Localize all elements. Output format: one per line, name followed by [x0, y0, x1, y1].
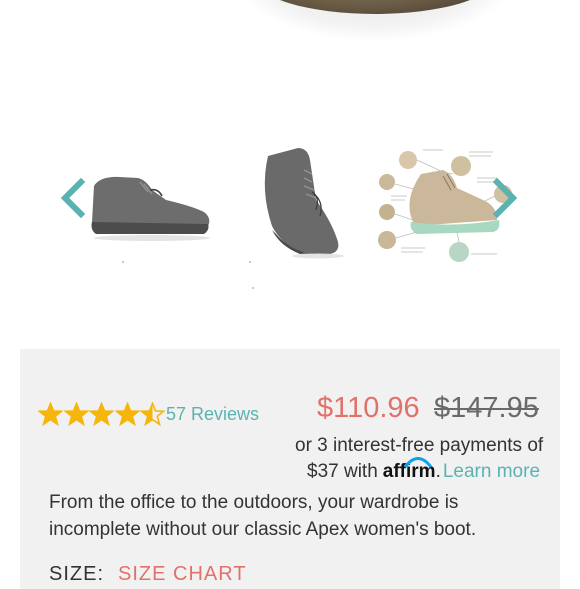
star-full-icon	[89, 402, 114, 426]
original-price: $147.95	[434, 392, 539, 424]
reviews-link[interactable]: 57 Reviews	[166, 404, 259, 425]
carousel-indicator-dot	[252, 287, 254, 289]
affirm-arc-icon	[403, 457, 432, 468]
chevron-right-icon	[492, 177, 518, 219]
thumbnail-angled-view[interactable]	[220, 130, 370, 270]
size-chart-link[interactable]: SIZE CHART	[118, 563, 247, 586]
hero-product-image	[0, 0, 580, 60]
carousel-prev-button[interactable]	[59, 177, 87, 219]
period: .	[435, 461, 441, 482]
installment-amount: $37 with	[307, 461, 378, 482]
boot-side-image	[91, 176, 210, 263]
affirm-line: $37 with affirm. Learn more	[307, 457, 540, 483]
learn-more-link[interactable]: Learn more	[443, 461, 540, 483]
affirm-logo: affirm	[383, 457, 436, 483]
size-label: SIZE:	[49, 563, 105, 585]
star-full-icon	[38, 402, 63, 426]
sale-price: $110.96	[317, 392, 420, 424]
product-description: From the office to the outdoors, your wa…	[49, 492, 477, 540]
rating-stars	[38, 402, 166, 426]
thumbnail-side-view[interactable]	[80, 130, 230, 270]
carousel-next-button[interactable]	[491, 177, 519, 219]
star-full-icon	[114, 402, 140, 426]
chevron-left-icon	[60, 177, 86, 219]
thumbnail-carousel	[55, 120, 525, 310]
star-full-icon	[63, 402, 89, 426]
boot-angled-image	[249, 148, 344, 263]
star-half-icon	[140, 402, 165, 426]
